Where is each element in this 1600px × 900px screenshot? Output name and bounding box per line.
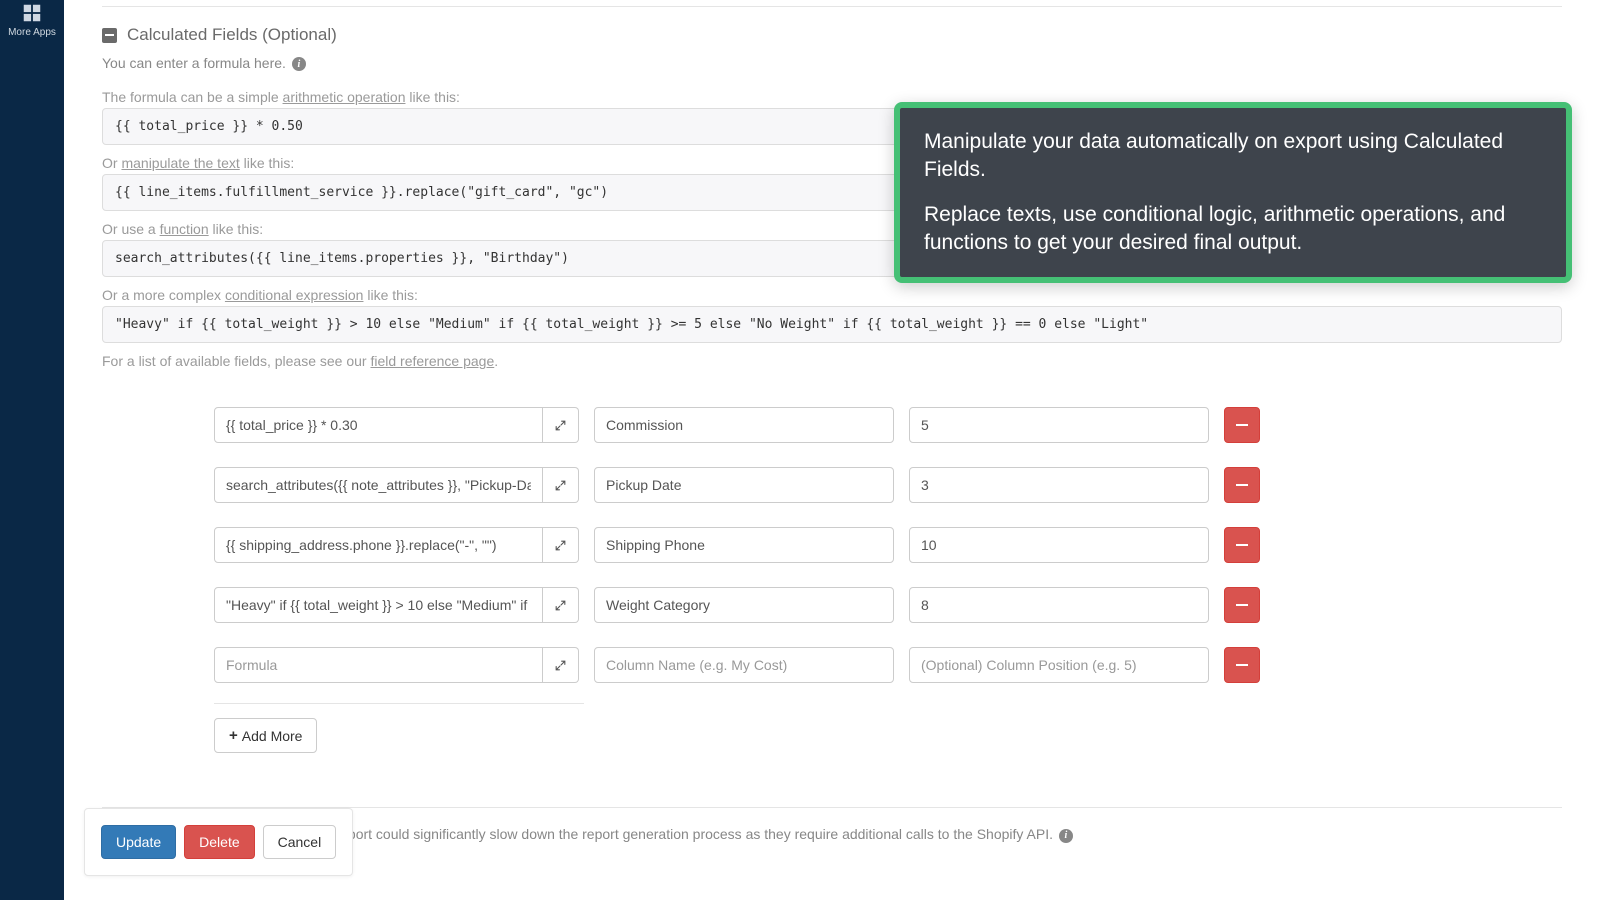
field-row (214, 587, 1304, 623)
expand-icon (554, 479, 567, 492)
update-button[interactable]: Update (101, 825, 176, 859)
remove-row-button[interactable] (1224, 587, 1260, 623)
collapse-icon[interactable] (102, 28, 117, 43)
column-name-input[interactable] (594, 647, 894, 683)
link-field-reference[interactable]: field reference page (370, 353, 494, 369)
column-name-input[interactable] (594, 467, 894, 503)
link-function[interactable]: function (160, 221, 209, 237)
column-position-input[interactable] (909, 407, 1209, 443)
expand-button[interactable] (543, 647, 579, 683)
sidebar-item-more-apps[interactable]: More Apps (0, 0, 64, 46)
link-arithmetic[interactable]: arithmetic operation (283, 89, 406, 105)
calculated-fields-list: + Add More (214, 407, 1304, 753)
expand-button[interactable] (543, 587, 579, 623)
link-manipulate-text[interactable]: manipulate the text (121, 155, 239, 171)
column-position-input[interactable] (909, 467, 1209, 503)
plus-icon: + (229, 727, 238, 744)
add-more-label: Add More (242, 728, 303, 744)
field-row (214, 467, 1304, 503)
column-name-input[interactable] (594, 527, 894, 563)
action-bar: Update Delete Cancel (84, 808, 353, 876)
section-title: Calculated Fields (Optional) (127, 25, 337, 45)
expand-icon (554, 539, 567, 552)
column-name-input[interactable] (594, 407, 894, 443)
column-name-input[interactable] (594, 587, 894, 623)
example-label-4: Or a more complex conditional expression… (102, 287, 1562, 303)
formula-input[interactable] (214, 647, 543, 683)
delete-button[interactable]: Delete (184, 825, 254, 859)
column-position-input[interactable] (909, 527, 1209, 563)
cancel-button[interactable]: Cancel (263, 825, 337, 859)
column-position-input[interactable] (909, 587, 1209, 623)
sidebar-item-label: More Apps (8, 27, 56, 38)
column-position-input[interactable] (909, 647, 1209, 683)
main-content: Calculated Fields (Optional) You can ent… (64, 0, 1600, 900)
info-icon[interactable] (1059, 829, 1073, 843)
example-code-4: "Heavy" if {{ total_weight }} > 10 else … (102, 306, 1562, 343)
sidebar: More Apps (0, 0, 64, 900)
formula-input[interactable] (214, 407, 543, 443)
feature-tooltip: Manipulate your data automatically on ex… (894, 102, 1572, 283)
expand-button[interactable] (543, 467, 579, 503)
remove-row-button[interactable] (1224, 527, 1260, 563)
tooltip-line-2: Replace texts, use conditional logic, ar… (924, 201, 1542, 258)
formula-input[interactable] (214, 587, 543, 623)
field-row (214, 527, 1304, 563)
field-row (214, 647, 1304, 683)
section-header[interactable]: Calculated Fields (Optional) (102, 25, 1562, 45)
field-row (214, 407, 1304, 443)
remove-row-button[interactable] (1224, 647, 1260, 683)
section-hint: You can enter a formula here. (102, 55, 1562, 71)
formula-input[interactable] (214, 467, 543, 503)
expand-button[interactable] (543, 527, 579, 563)
add-more-button[interactable]: + Add More (214, 718, 317, 753)
link-conditional[interactable]: conditional expression (225, 287, 364, 303)
expand-icon (554, 659, 567, 672)
expand-icon (554, 419, 567, 432)
grid-icon (21, 2, 43, 24)
expand-button[interactable] (543, 407, 579, 443)
expand-icon (554, 599, 567, 612)
tooltip-line-1: Manipulate your data automatically on ex… (924, 128, 1542, 185)
remove-row-button[interactable] (1224, 407, 1260, 443)
reference-line: For a list of available fields, please s… (102, 353, 1562, 369)
remove-row-button[interactable] (1224, 467, 1260, 503)
info-icon[interactable] (292, 57, 306, 71)
formula-input[interactable] (214, 527, 543, 563)
